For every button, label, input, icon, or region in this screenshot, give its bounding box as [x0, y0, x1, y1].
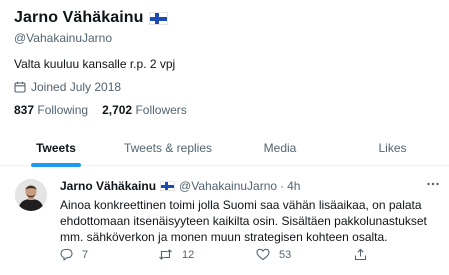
- following-count: 837: [14, 103, 35, 117]
- tab-label: Tweets: [36, 141, 76, 155]
- tweet-actions: 7 12 53: [60, 248, 440, 264]
- reply-button[interactable]: 7: [60, 248, 88, 261]
- avatar-image: [15, 179, 47, 211]
- tweet-header: Jarno Vähäkainu @VahakainuJarno · 4h: [60, 179, 300, 193]
- followers-link[interactable]: 2,702 Followers: [102, 103, 187, 117]
- tab-tweets-replies[interactable]: Tweets & replies: [112, 130, 224, 166]
- more-options-button[interactable]: [425, 177, 441, 191]
- profile-handle: @VahakainuJarno: [14, 31, 113, 45]
- joined-date: Joined July 2018: [31, 80, 122, 94]
- tab-label: Media: [263, 141, 297, 155]
- followers-label: Followers: [135, 103, 187, 117]
- tweet-author-name[interactable]: Jarno Vähäkainu: [60, 179, 156, 193]
- retweet-count: 12: [182, 248, 195, 261]
- profile-name: Jarno Vähäkainu: [14, 9, 144, 26]
- profile-tabs: Tweets Tweets & replies Media Likes: [0, 130, 449, 167]
- followers-count: 2,702: [102, 103, 133, 117]
- calendar-icon: [14, 81, 26, 93]
- following-link[interactable]: 837 Following: [14, 103, 88, 117]
- share-icon: [354, 248, 367, 261]
- heart-icon: [256, 248, 270, 261]
- retweet-icon: [159, 249, 172, 260]
- tweet[interactable]: Jarno Vähäkainu @VahakainuJarno · 4h Ain…: [0, 167, 449, 275]
- profile-header: Jarno Vähäkainu @VahakainuJarno Valta ku…: [0, 0, 449, 130]
- profile-name-row: Jarno Vähäkainu: [14, 9, 168, 27]
- tab-media[interactable]: Media: [224, 130, 336, 166]
- follow-stats: 837 Following 2,702 Followers: [14, 103, 201, 117]
- reply-icon: [60, 248, 73, 261]
- share-button[interactable]: [354, 248, 376, 261]
- finland-flag-icon: [148, 11, 168, 25]
- tab-label: Tweets & replies: [123, 141, 213, 155]
- reply-count: 7: [82, 248, 89, 261]
- avatar[interactable]: [15, 179, 47, 211]
- finland-flag-icon: [160, 181, 176, 191]
- tweet-timestamp[interactable]: 4h: [287, 179, 300, 193]
- tweet-text: Ainoa konkreettinen toimi jolla Suomi sa…: [60, 198, 427, 244]
- separator-dot: ·: [280, 179, 285, 193]
- tweet-author-handle[interactable]: @VahakainuJarno: [179, 179, 277, 193]
- tab-likes[interactable]: Likes: [336, 130, 449, 166]
- tab-tweets[interactable]: Tweets: [0, 130, 112, 167]
- following-label: Following: [37, 103, 89, 117]
- more-horizontal-icon: [427, 182, 439, 186]
- like-count: 53: [279, 248, 292, 261]
- profile-bio: Valta kuuluu kansalle r.p. 2 vpj: [14, 57, 176, 71]
- like-button[interactable]: 53: [256, 248, 291, 261]
- retweet-button[interactable]: 12: [158, 248, 194, 261]
- tab-label: Likes: [378, 141, 407, 155]
- profile-joined: Joined July 2018: [14, 80, 121, 94]
